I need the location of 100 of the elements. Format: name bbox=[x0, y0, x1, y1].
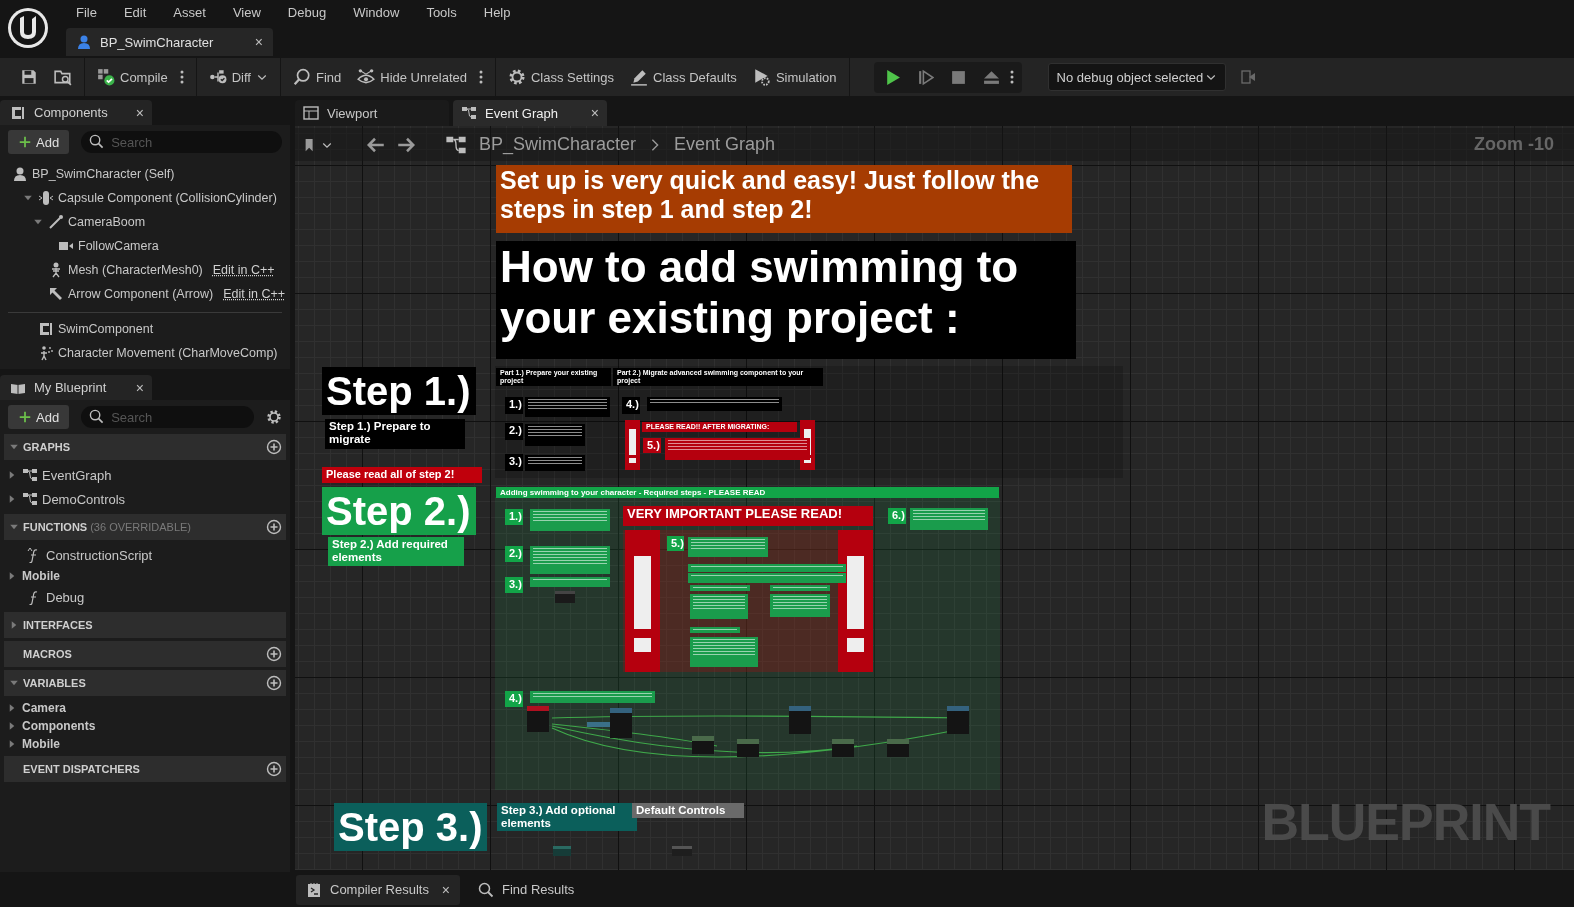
node-drawing bbox=[672, 846, 692, 856]
play-gear-icon bbox=[752, 68, 771, 86]
menu-item[interactable]: Asset bbox=[163, 4, 216, 20]
section-header[interactable]: EVENT DISPATCHERS bbox=[4, 756, 286, 782]
document-tab[interactable]: BP_SwimCharacter × bbox=[66, 28, 273, 56]
plus-icon bbox=[18, 410, 32, 424]
tree-item[interactable]: CameraBoom bbox=[4, 210, 286, 234]
graph-comment: Step 2.) Add required elements bbox=[328, 537, 464, 566]
section-header[interactable]: GRAPHS bbox=[4, 434, 286, 460]
tree-item[interactable]: SwimComponent bbox=[4, 317, 286, 341]
zoom-label: Zoom -10 bbox=[1474, 134, 1554, 155]
settings-button[interactable]: Class Settings bbox=[501, 64, 621, 90]
section-header[interactable]: MACROS bbox=[4, 641, 286, 667]
boom-icon bbox=[48, 214, 64, 230]
graph-node[interactable] bbox=[947, 706, 969, 734]
more-icon[interactable] bbox=[179, 70, 184, 84]
graph-node[interactable] bbox=[527, 706, 549, 732]
graph-node[interactable] bbox=[789, 706, 811, 734]
breadcrumb-item[interactable]: Event Graph bbox=[674, 134, 776, 155]
graph-node[interactable] bbox=[692, 736, 714, 754]
diff-icon bbox=[208, 68, 227, 86]
graph-node[interactable] bbox=[832, 739, 854, 757]
graph-comment: 4.) bbox=[622, 397, 640, 414]
blueprint-item[interactable]: DemoControls bbox=[4, 487, 286, 511]
graph-comment: Step 1.) Prepare to migrate bbox=[325, 419, 465, 449]
section-header[interactable]: INTERFACES bbox=[4, 612, 286, 638]
menu-item[interactable]: Help bbox=[473, 4, 521, 20]
add-button[interactable]: Add bbox=[8, 405, 70, 429]
graph-icon bbox=[22, 491, 38, 507]
search-icon bbox=[478, 881, 494, 898]
graph-type-label: BLUEPRINT bbox=[1261, 792, 1550, 852]
tree-item[interactable]: Capsule Component (CollisionCylinder) bbox=[4, 186, 286, 210]
graph-comment: Default Controls bbox=[632, 803, 744, 819]
graph-node[interactable] bbox=[610, 708, 632, 738]
step-icon bbox=[916, 68, 934, 86]
panel-tab[interactable]: Components × bbox=[0, 100, 152, 125]
save-icon bbox=[20, 68, 38, 86]
find-button[interactable]: Find bbox=[286, 64, 348, 90]
graph-comment: Step 3.) bbox=[334, 803, 487, 851]
breadcrumb-item[interactable]: BP_SwimCharacter bbox=[479, 134, 637, 155]
debug-object-dropdown[interactable]: No debug object selected bbox=[1047, 63, 1226, 91]
menu-item[interactable]: File bbox=[66, 4, 107, 20]
section-header[interactable]: FUNCTIONS (36 OVERRIDABLE) bbox=[4, 514, 286, 540]
graph-node[interactable] bbox=[887, 739, 909, 757]
category-item[interactable]: Mobile bbox=[4, 567, 286, 585]
edit-link[interactable]: Edit in C++ bbox=[212, 263, 275, 277]
add-button[interactable]: Add bbox=[8, 130, 70, 154]
blueprint-item[interactable]: Debug bbox=[4, 585, 286, 609]
defaults-button[interactable]: Class Defaults bbox=[624, 64, 743, 90]
stop-icon bbox=[949, 68, 967, 86]
comment-note bbox=[690, 637, 758, 667]
graph-comment: Set up is very quick and easy! Just follow the steps in step 1 and step 2! bbox=[496, 165, 1072, 233]
graph-icon bbox=[22, 467, 38, 483]
folder-search-icon bbox=[54, 68, 72, 86]
comment-note bbox=[525, 455, 585, 471]
graph-node[interactable] bbox=[737, 739, 759, 757]
graph-comment: How to add swimming to your existing project : bbox=[496, 241, 1076, 359]
menu-item[interactable]: Debug bbox=[277, 4, 337, 20]
section-header[interactable]: VARIABLES bbox=[4, 670, 286, 696]
arrow-icon bbox=[48, 286, 64, 302]
category-item[interactable]: Camera bbox=[4, 699, 286, 717]
tree-item[interactable]: FollowCamera bbox=[4, 234, 286, 258]
category-item[interactable]: Components bbox=[4, 717, 286, 735]
panel-tab[interactable]: My Blueprint × bbox=[0, 375, 152, 400]
logo-icon bbox=[6, 6, 50, 50]
menu-item[interactable]: Window bbox=[343, 4, 410, 20]
more-icon[interactable] bbox=[1009, 70, 1014, 84]
compile-button[interactable]: Compile bbox=[91, 64, 174, 90]
person-icon bbox=[12, 166, 28, 182]
bottom-tab[interactable]: Find Results bbox=[468, 874, 585, 905]
capsule-icon bbox=[38, 190, 54, 206]
graph-comment: 4.) bbox=[505, 691, 523, 707]
eye-icon bbox=[357, 68, 376, 86]
person-icon bbox=[76, 34, 92, 50]
section-note: (36 OVERRIDABLE) bbox=[90, 521, 192, 533]
filter-icon bbox=[1239, 69, 1256, 85]
simulation-button[interactable]: Simulation bbox=[746, 64, 843, 90]
hide-button[interactable]: Hide Unrelated bbox=[351, 64, 473, 90]
menu-item[interactable]: Tools bbox=[416, 4, 467, 20]
tree-item[interactable]: Mesh (CharacterMesh0) Edit in C++ bbox=[4, 258, 286, 282]
bottom-tab[interactable]: Compiler Results × bbox=[296, 874, 460, 905]
edit-link[interactable]: Edit in C++ bbox=[223, 287, 286, 301]
graph-tab[interactable]: Event Graph × bbox=[453, 100, 607, 126]
eject-icon bbox=[982, 68, 1000, 86]
search-field[interactable]: Search bbox=[81, 406, 254, 428]
graph-comment: Step 1.) bbox=[322, 367, 476, 415]
more-icon[interactable] bbox=[478, 70, 483, 84]
tree-item[interactable]: BP_SwimCharacter (Self) bbox=[4, 162, 286, 186]
menu-item[interactable]: Edit bbox=[113, 4, 157, 20]
diff-button[interactable]: Diff bbox=[202, 64, 274, 90]
blueprint-item[interactable]: EventGraph bbox=[4, 463, 286, 487]
category-item[interactable]: Mobile bbox=[4, 735, 286, 753]
search-field[interactable]: Search bbox=[81, 131, 282, 153]
blueprint-item[interactable]: ConstructionScript bbox=[4, 543, 286, 567]
tree-item[interactable]: Arrow Component (Arrow) Edit in C++ bbox=[4, 282, 286, 306]
graph-comment: 2.) bbox=[505, 546, 523, 562]
graph-tab[interactable]: Viewport bbox=[295, 100, 449, 126]
tree-item[interactable]: Character Movement (CharMoveComp) bbox=[4, 341, 286, 365]
viewport-icon bbox=[303, 105, 319, 121]
menu-item[interactable]: View bbox=[222, 4, 271, 20]
